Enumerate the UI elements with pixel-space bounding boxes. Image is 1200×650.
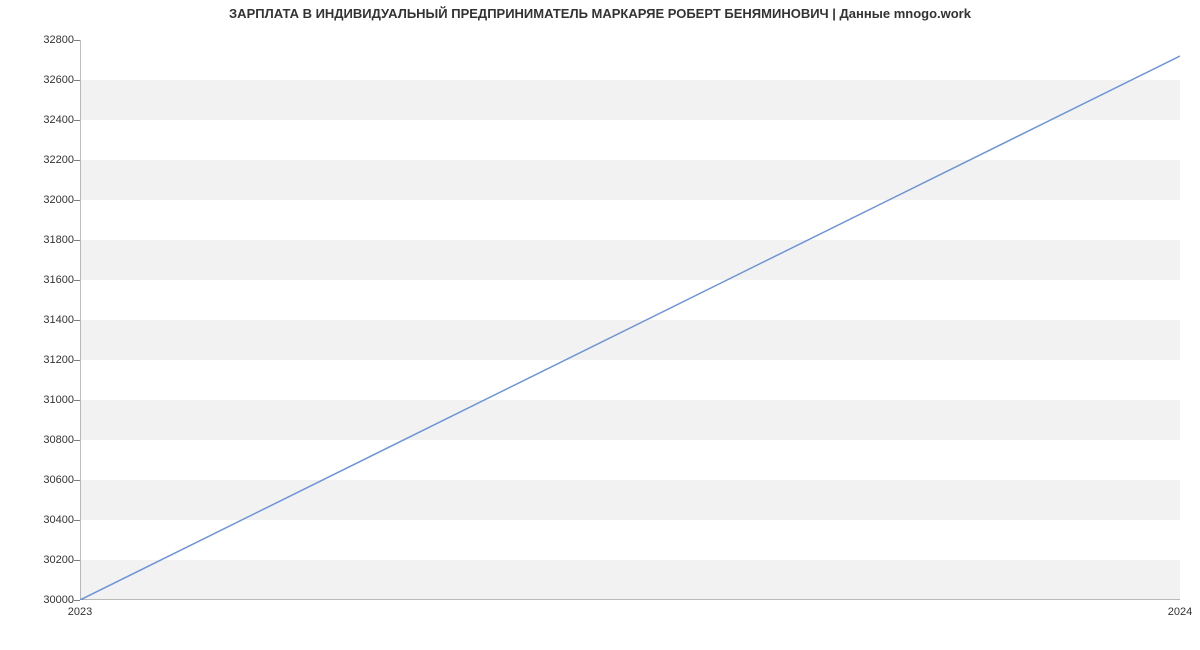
chart-container: ЗАРПЛАТА В ИНДИВИДУАЛЬНЫЙ ПРЕДПРИНИМАТЕЛ… <box>0 0 1200 650</box>
y-tick-label: 30200 <box>4 554 74 566</box>
y-tick-label: 30600 <box>4 474 74 486</box>
y-tick-label: 32800 <box>4 34 74 46</box>
plot-area <box>80 40 1180 600</box>
y-tick-label: 32000 <box>4 194 74 206</box>
y-tick-label: 31800 <box>4 234 74 246</box>
grid-band <box>80 80 1180 120</box>
y-tick-label: 32400 <box>4 114 74 126</box>
grid-band <box>80 240 1180 280</box>
y-tick-label: 32600 <box>4 74 74 86</box>
y-tick-label: 30000 <box>4 594 74 606</box>
y-tick-label: 32200 <box>4 154 74 166</box>
y-tick-label: 31200 <box>4 354 74 366</box>
y-tick-mark <box>74 600 80 601</box>
y-tick-label: 31400 <box>4 314 74 326</box>
x-tick-label: 2024 <box>1168 606 1192 618</box>
y-tick-label: 30400 <box>4 514 74 526</box>
plot-svg <box>80 40 1180 600</box>
grid-band <box>80 480 1180 520</box>
y-tick-label: 31600 <box>4 274 74 286</box>
grid-bands <box>80 80 1180 600</box>
chart-title: ЗАРПЛАТА В ИНДИВИДУАЛЬНЫЙ ПРЕДПРИНИМАТЕЛ… <box>0 6 1200 21</box>
y-tick-label: 31000 <box>4 394 74 406</box>
grid-band <box>80 400 1180 440</box>
grid-band <box>80 560 1180 600</box>
grid-band <box>80 160 1180 200</box>
y-tick-label: 30800 <box>4 434 74 446</box>
grid-band <box>80 320 1180 360</box>
x-tick-label: 2023 <box>68 606 92 618</box>
